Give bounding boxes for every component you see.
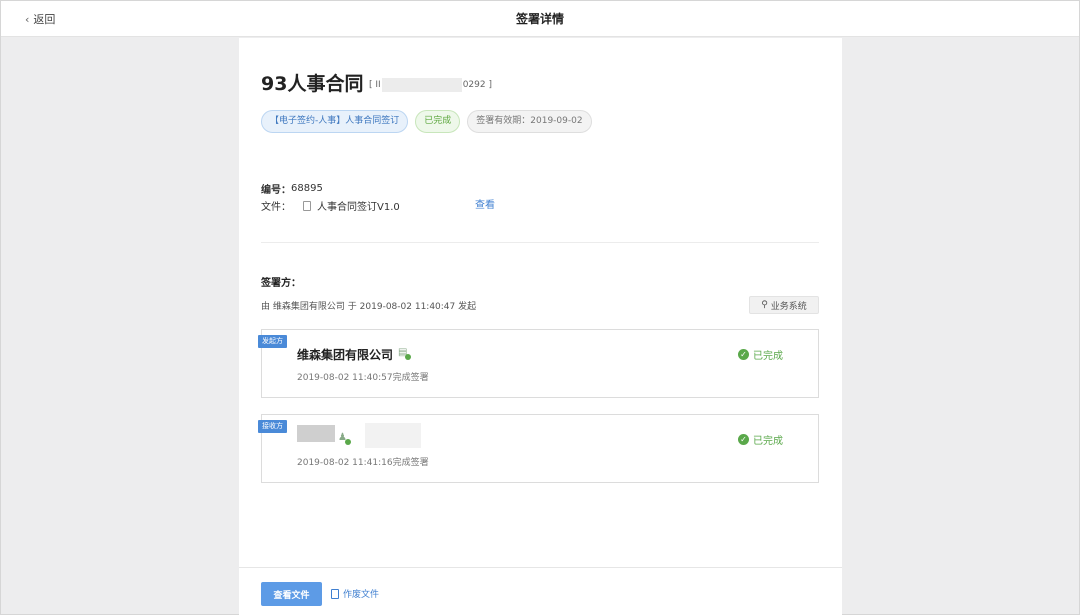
initiated-info: 由 维森集团有限公司 于 2019-08-02 11:40:47 发起 <box>261 299 476 312</box>
detail-panel: 93人事合同 [ II 0292 ] 【电子签约-人事】人事合同签订 已完成 签… <box>239 38 842 615</box>
document-id-suffix: 0292 ] <box>462 80 492 90</box>
initiated-time: 2019-08-02 11:40:47 <box>359 302 456 312</box>
signer-status-label: 已完成 <box>753 351 783 362</box>
initiated-prefix: 由 <box>261 302 271 312</box>
signed-time: 2019-08-02 11:41:16完成签署 <box>297 458 429 468</box>
document-title: 93人事合同 <box>261 73 364 95</box>
role-badge: 接收方 <box>258 420 287 433</box>
signed-time: 2019-08-02 11:40:57完成签署 <box>297 373 429 383</box>
status-badge: 已完成 <box>415 110 461 133</box>
link-icon: ⚲ <box>761 300 768 310</box>
divider <box>261 242 819 243</box>
signer-status: ✓ 已完成 <box>738 432 783 447</box>
number-row: 编号： 68895 <box>261 180 400 197</box>
footer-bar: 查看文件 作废文件 <box>239 567 842 615</box>
signer-name: 维森集团有限公司 <box>297 348 394 362</box>
seal-icon: ▤ <box>398 347 411 360</box>
redacted-detail-mask <box>365 423 421 448</box>
type-tag: 【电子签约-人事】人事合同签订 <box>261 110 409 133</box>
number-label: 编号： <box>261 185 291 196</box>
user-seal-icon: ♟ <box>338 432 351 445</box>
view-file-button[interactable]: 查看文件 <box>261 582 322 606</box>
view-file-link[interactable]: 查看 <box>475 196 495 211</box>
number-value: 68895 <box>291 183 323 194</box>
tag-row: 【电子签约-人事】人事合同签订 已完成 签署有效期：2019-09-02 <box>261 110 592 133</box>
signer-status-label: 已完成 <box>753 436 783 447</box>
document-info: 编号： 68895 文件： 人事合同签订V1.0 <box>261 180 400 214</box>
signer-status: ✓ 已完成 <box>738 347 783 362</box>
initiator-name: 维森集团有限公司 <box>272 302 345 312</box>
document-id: [ II 0292 ] <box>369 78 492 92</box>
business-system-label: 业务系统 <box>770 301 807 312</box>
void-file-label: 作废文件 <box>343 590 380 600</box>
initiated-at-word: 于 <box>347 302 357 312</box>
document-id-prefix: [ II <box>369 80 381 90</box>
redacted-id-mask <box>381 78 462 92</box>
void-document-icon <box>331 588 339 599</box>
file-icon <box>303 200 311 211</box>
check-circle-icon: ✓ <box>738 434 749 445</box>
role-badge: 发起方 <box>258 335 287 348</box>
file-label: 文件： <box>261 202 291 213</box>
check-circle-icon: ✓ <box>738 349 749 360</box>
redacted-name-mask <box>297 425 335 442</box>
file-name: 人事合同签订V1.0 <box>317 202 400 213</box>
file-row: 文件： 人事合同签订V1.0 <box>261 197 400 214</box>
page-title: 签署详情 <box>515 12 564 26</box>
validity-tag: 签署有效期：2019-09-02 <box>467 110 592 133</box>
initiated-suffix: 发起 <box>458 302 477 312</box>
business-system-button[interactable]: ⚲ 业务系统 <box>749 296 819 314</box>
void-file-button[interactable]: 作废文件 <box>331 587 379 600</box>
signer-card-initiator: 发起方 维森集团有限公司 ▤ 2019-08-02 11:40:57完成签署 ✓… <box>258 329 819 398</box>
top-bar: ‹ 返回 签署详情 <box>1 1 1079 37</box>
signer-card-receiver: 接收方 ♟ 2019-08-02 11:41:16完成签署 ✓ 已完成 <box>258 414 819 483</box>
signers-heading: 签署方： <box>261 278 301 289</box>
